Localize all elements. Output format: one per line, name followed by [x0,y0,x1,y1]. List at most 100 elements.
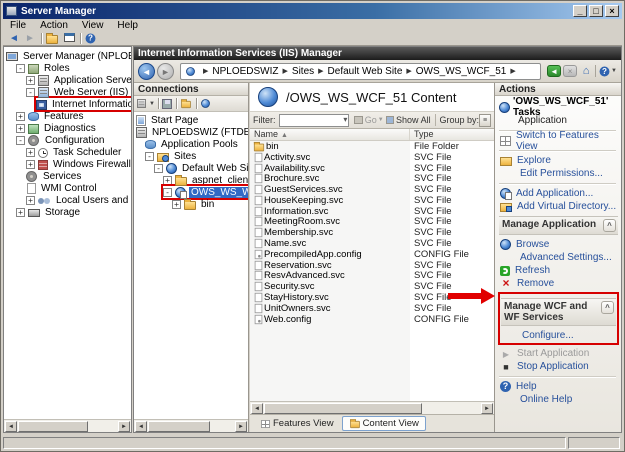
expand-icon[interactable]: + [26,160,35,169]
action-add-application[interactable]: Add Application... [499,187,618,200]
file-row-unitowners-svc[interactable]: UnitOwners.svcSVC File [250,303,494,314]
tree-item-default-web-site[interactable]: -Default Web Site [154,162,248,174]
nav-back-button[interactable]: ◄ [138,63,155,80]
action-add-virtual-directory[interactable]: Add Virtual Directory... [499,200,618,213]
create-connection-icon[interactable] [137,99,146,108]
breadcrumb-item-nploedswiz[interactable]: NPLOEDSWIZ [212,66,278,77]
section-header-manage-application[interactable]: Manage Application^ [499,216,618,235]
action-remove[interactable]: Remove [499,277,618,290]
forward-icon[interactable]: ► [23,33,37,45]
file-row-name-svc[interactable]: Name.svcSVC File [250,238,494,249]
tree-item-bin[interactable]: +bin [172,198,248,210]
tree-item-web-server-iis[interactable]: -Web Server (IIS) [26,86,131,98]
column-header-name[interactable]: Name▲ [250,129,410,140]
menu-item-file[interactable]: File [3,20,33,31]
tree-item-application-pools[interactable]: Application Pools [145,138,248,150]
expand-icon[interactable]: + [26,196,35,205]
tree-item-configuration[interactable]: -Configuration [16,134,131,146]
expand-icon[interactable]: + [163,176,172,185]
tree-item-diagnostics[interactable]: +Diagnostics [16,122,131,134]
nav-forward-button[interactable]: ► [157,63,174,80]
action-browse[interactable]: Browse [499,238,618,251]
tree-item-server-manager-nploedswiz[interactable]: Server Manager (NPLOEDSWIZ) [6,50,131,62]
chevron-down-icon[interactable]: ▼ [378,117,384,123]
scroll-right-icon[interactable]: ► [118,421,130,432]
file-row-information-svc[interactable]: Information.svcSVC File [250,206,494,217]
collapse-icon[interactable]: - [16,136,25,145]
sort-options-button[interactable]: ≡ [479,114,491,127]
tab-content-view[interactable]: Content View [342,416,426,431]
section-header-manage-wcf-and-wf-services[interactable]: Manage WCF and WF Services^ [501,298,616,326]
export-list-icon[interactable] [46,33,60,45]
scroll-left-icon[interactable]: ◄ [135,421,147,432]
scroll-left-icon[interactable]: ◄ [251,403,263,414]
chevron-up-icon[interactable]: ^ [601,301,614,314]
menu-item-help[interactable]: Help [110,20,145,31]
chevron-down-icon[interactable]: ▼ [149,101,155,107]
file-row-activity-svc[interactable]: Activity.svcSVC File [250,152,494,163]
file-row-web-config[interactable]: Web.configCONFIG File [250,314,494,325]
save-connection-icon[interactable] [162,99,172,109]
action-online-help[interactable]: Online Help [499,393,618,406]
scroll-right-icon[interactable]: ► [235,421,247,432]
expand-icon[interactable]: + [16,208,25,217]
tree-item-features[interactable]: +Features [16,110,131,122]
connections-hscrollbar[interactable]: ◄ ► [134,419,248,432]
refresh-connection-icon[interactable] [201,99,210,108]
filter-input[interactable] [279,114,350,127]
help-icon[interactable] [600,66,610,76]
action-advanced-settings[interactable]: Advanced Settings... [499,251,618,264]
tree-item-sites[interactable]: -Sites [145,150,248,162]
expand-icon[interactable]: + [16,124,25,133]
tree-item-task-scheduler[interactable]: +Task Scheduler [26,146,131,158]
home-icon[interactable] [580,65,592,77]
breadcrumb[interactable]: ▶NPLOEDSWIZ▶Sites▶Default Web Site▶OWS_W… [180,63,541,80]
file-row-security-svc[interactable]: Security.svcSVC File [250,281,494,292]
scroll-right-icon[interactable]: ► [481,403,493,414]
breadcrumb-item-ows-ws-wcf-51[interactable]: OWS_WS_WCF_51 [416,66,507,77]
action-help[interactable]: Help [499,380,618,393]
menu-item-view[interactable]: View [75,20,111,31]
menu-item-action[interactable]: Action [33,20,75,31]
file-row-reservation-svc[interactable]: Reservation.svcSVC File [250,260,494,271]
tree-item-local-users-and-groups[interactable]: +Local Users and Groups [26,194,131,206]
console-tree-hscrollbar[interactable]: ◄ ► [4,419,131,432]
tree-item-start-page[interactable]: Start Page [136,114,248,126]
scroll-thumb[interactable] [18,421,88,432]
tree-item-aspnet-client[interactable]: +aspnet_client [163,174,248,186]
tree-item-application-server[interactable]: +Application Server [26,74,131,86]
tree-item-storage[interactable]: +Storage [16,206,131,218]
file-row-brochure-svc[interactable]: Brochure.svcSVC File [250,173,494,184]
collapse-icon[interactable]: - [163,188,172,197]
scroll-thumb[interactable] [264,403,422,414]
chevron-down-icon[interactable]: ▼ [611,68,617,74]
up-folder-icon[interactable] [181,101,191,108]
action-stop-application[interactable]: Stop Application [499,360,618,373]
close-button[interactable]: × [605,5,619,17]
action-edit-permissions[interactable]: Edit Permissions... [499,167,618,180]
content-hscrollbar[interactable]: ◄ ► [250,401,494,414]
help-toolbar-icon[interactable] [85,33,99,45]
tree-item-wmi-control[interactable]: WMI Control [26,182,131,194]
tree-item-roles[interactable]: -Roles [16,62,131,74]
scroll-left-icon[interactable]: ◄ [5,421,17,432]
tree-item-internet-information-se[interactable]: Internet Information Se [36,98,131,110]
expand-icon[interactable]: + [172,200,181,209]
file-row-availability-svc[interactable]: Availability.svcSVC File [250,163,494,174]
tree-item-services[interactable]: Services [26,170,131,182]
collapse-icon[interactable]: - [154,164,163,173]
file-row-bin[interactable]: binFile Folder [250,141,494,152]
show-all-button[interactable]: Show All [396,115,431,125]
breadcrumb-item-default-web-site[interactable]: Default Web Site [328,66,403,77]
action-configure[interactable]: Configure... [501,329,616,342]
smart-tag-icon[interactable]: ◄ [547,65,561,77]
go-button[interactable]: Go [365,115,377,125]
column-header-type[interactable]: Type [410,129,494,140]
chevron-up-icon[interactable]: ^ [603,219,616,232]
file-row-meetingroom-svc[interactable]: MeetingRoom.svcSVC File [250,217,494,228]
show-window-icon[interactable] [62,33,76,45]
tab-features-view[interactable]: Features View [254,416,340,431]
file-row-precompiledapp-config[interactable]: PrecompiledApp.configCONFIG File [250,249,494,260]
maximize-button[interactable]: □ [589,5,603,17]
file-row-housekeeping-svc[interactable]: HouseKeeping.svcSVC File [250,195,494,206]
